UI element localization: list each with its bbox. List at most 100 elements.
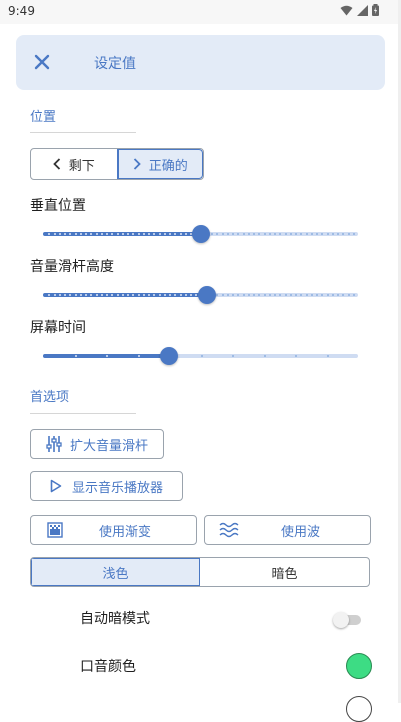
slider-tick	[226, 294, 229, 296]
slider-tick	[153, 233, 156, 235]
slider-tick	[284, 294, 287, 296]
slider-tick	[274, 233, 276, 235]
auto-dark-mode-switch[interactable]	[333, 612, 361, 628]
use-gradient-button[interactable]: 使用渐变	[30, 515, 197, 545]
slider-tick	[289, 294, 292, 296]
slider-tick	[163, 233, 166, 235]
accent-color-swatch[interactable]	[346, 653, 372, 679]
auto-dark-mode-label: 自动暗模式	[80, 611, 150, 627]
slider-tick	[321, 233, 324, 235]
page-title: 设定值	[94, 56, 136, 72]
slider-tick	[148, 294, 150, 296]
theme-toggle: 浅色 暗色	[30, 557, 370, 587]
slider-tick	[221, 233, 224, 235]
slider-tick	[242, 233, 245, 235]
slider-tick	[179, 294, 182, 296]
slider-tick	[79, 294, 82, 296]
slider-tick	[258, 233, 261, 235]
slider-tick	[121, 233, 124, 235]
use-wave-label: 使用波	[281, 524, 321, 540]
slider-ticks	[43, 355, 358, 357]
slider-tick	[132, 294, 135, 296]
slider-tick	[137, 355, 140, 357]
slider-tick	[163, 294, 166, 296]
expand-volume-slider-button[interactable]: 扩大音量滑杆	[30, 429, 164, 459]
accent-color-label: 口音颜色	[80, 659, 136, 675]
slider-tick	[253, 233, 255, 235]
slider-thumb[interactable]	[191, 225, 210, 243]
slider-tick	[53, 294, 56, 296]
slider-tick	[48, 233, 51, 235]
slider-tick	[137, 233, 140, 235]
slider-tick	[132, 233, 135, 235]
battery-icon	[372, 4, 379, 16]
slider-tick	[95, 294, 98, 296]
slider-tick	[242, 294, 245, 296]
status-time: 9:49	[8, 4, 35, 18]
status-icons	[340, 4, 379, 16]
position-right-button[interactable]: 正确的	[116, 149, 203, 179]
slider-tick	[85, 233, 87, 235]
slider-tick	[153, 294, 156, 296]
slider-tick	[169, 294, 171, 296]
slider-tick	[53, 233, 56, 235]
slider-tick	[310, 294, 313, 296]
slider-tick	[69, 233, 72, 235]
slider-tick	[226, 233, 229, 235]
vertical-position-slider[interactable]	[43, 223, 358, 245]
use-wave-button[interactable]: 使用波	[204, 515, 371, 545]
slider-tick	[100, 294, 103, 296]
screen-time-slider[interactable]	[43, 345, 358, 367]
slider-tick	[279, 294, 282, 296]
use-gradient-label: 使用渐变	[99, 524, 152, 540]
slider-tick	[216, 233, 219, 235]
slider-tick	[48, 294, 51, 296]
position-left-button[interactable]: 剩下	[31, 149, 117, 179]
slider-tick	[184, 233, 187, 235]
slider-tick	[106, 294, 108, 296]
slider-tick	[326, 294, 329, 296]
slider-tick	[64, 294, 66, 296]
slider-tick	[289, 233, 292, 235]
slider-tick	[279, 233, 282, 235]
slider-tick	[295, 233, 297, 235]
position-toggle: 剩下 正确的	[30, 148, 204, 180]
slider-tick	[111, 233, 114, 235]
slider-tick	[142, 294, 145, 296]
slider-tick	[268, 233, 271, 235]
slider-tick	[69, 294, 72, 296]
slider-thumb[interactable]	[197, 286, 216, 304]
slider-tick	[95, 233, 98, 235]
slider-tick	[263, 355, 266, 357]
slider-tick	[337, 294, 339, 296]
slider-tick	[190, 294, 192, 296]
slider-label-screen-time: 屏幕时间	[30, 320, 86, 336]
slider-tick	[79, 233, 82, 235]
next-row-control[interactable]	[346, 696, 372, 722]
slider-tick	[116, 233, 119, 235]
slider-tick	[74, 233, 77, 235]
slider-tick	[148, 233, 150, 235]
slider-tick	[237, 233, 240, 235]
slider-tick	[274, 294, 276, 296]
theme-light-option[interactable]: 浅色	[31, 558, 200, 586]
slider-tick	[169, 233, 171, 235]
slider-tick	[237, 294, 240, 296]
slider-tick	[326, 233, 329, 235]
slider-tick	[137, 294, 140, 296]
close-icon	[34, 54, 50, 70]
slider-tick	[352, 233, 355, 235]
theme-dark-option[interactable]: 暗色	[200, 558, 369, 586]
show-music-player-button[interactable]: 显示音乐播放器	[30, 471, 183, 501]
slider-tick	[347, 294, 350, 296]
volume-slider-height-slider[interactable]	[43, 284, 358, 306]
wave-icon	[219, 522, 239, 538]
slider-label-volume-height: 音量滑杆高度	[30, 259, 114, 275]
slider-tick	[158, 294, 161, 296]
close-button[interactable]	[28, 48, 56, 76]
slider-thumb[interactable]	[160, 347, 178, 365]
slider-tick	[337, 233, 339, 235]
slider-tick	[342, 233, 345, 235]
wifi-icon	[340, 5, 353, 15]
slider-tick	[142, 233, 145, 235]
